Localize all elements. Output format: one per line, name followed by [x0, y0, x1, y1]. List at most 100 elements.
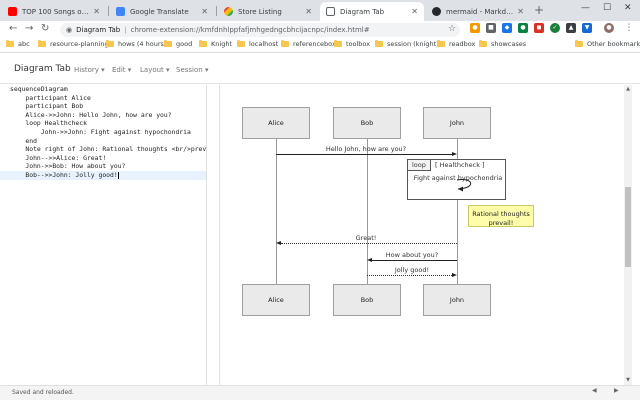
tab-diagram[interactable]: Diagram Tab ✕	[320, 2, 424, 21]
bookmark-folder[interactable]: showcases	[479, 40, 526, 48]
maximize-button[interactable]: ☐	[603, 3, 611, 13]
bookmark-label: hows (4 hours)	[118, 40, 167, 48]
bookmark-label: session (knight)	[387, 40, 439, 48]
code-editor[interactable]: sequenceDiagram participant Alice partic…	[0, 85, 207, 385]
arrowhead	[452, 151, 457, 156]
folder-icon	[375, 40, 383, 47]
extension-icon[interactable]: ▲	[566, 23, 576, 33]
menu-history[interactable]: History ▾	[74, 66, 105, 74]
app-header: Diagram Tab History ▾ Edit ▾ Layout ▾ Se…	[0, 54, 640, 84]
bookmark-folder[interactable]: toolbox	[334, 40, 370, 48]
bookmark-label: referencebox	[293, 40, 336, 48]
bookmark-folder[interactable]: referencebox	[281, 40, 336, 48]
forward-button[interactable]: →	[25, 23, 33, 35]
extension-icon[interactable]: ◆	[502, 23, 512, 33]
scroll-left-icon[interactable]: ◀	[592, 387, 597, 394]
message-arrow-solid	[276, 154, 452, 155]
scrollbar-thumb[interactable]	[625, 187, 631, 267]
code-line[interactable]: John->>John: Fight against hypochondria	[0, 128, 206, 137]
menu-edit[interactable]: Edit ▾	[112, 66, 131, 74]
new-tab-button[interactable]: +	[534, 4, 544, 16]
extension-icon[interactable]: ▼	[582, 23, 592, 33]
code-line-text: Bob-->>John: Jolly good!	[10, 171, 118, 179]
folder-icon	[281, 40, 289, 47]
code-line-current[interactable]: Bob-->>John: Jolly good!	[0, 171, 206, 180]
message-label: Jolly good!	[394, 266, 430, 274]
tab-title: mermaid - Markdownish s	[446, 7, 513, 16]
folder-icon	[479, 40, 487, 47]
tab-store-listing[interactable]: Store Listing ✕	[218, 2, 318, 21]
bookmark-folder[interactable]: good	[164, 40, 192, 48]
browser-menu-icon[interactable]: ⋮	[624, 23, 634, 33]
loop-tag: loop	[408, 160, 431, 171]
back-button[interactable]: ←	[9, 23, 17, 35]
scroll-up-icon[interactable]: ▲	[624, 86, 632, 92]
bookmark-folder[interactable]: localhost	[237, 40, 278, 48]
bookmark-folder[interactable]: readbox	[437, 40, 475, 48]
code-line[interactable]: sequenceDiagram	[0, 85, 206, 94]
extension-icon[interactable]: ■	[486, 23, 496, 33]
tab-google-translate[interactable]: Google Translate ✕	[110, 2, 214, 21]
code-line[interactable]: Note right of John: Rational thoughts <b…	[0, 145, 206, 154]
self-message-arrow	[456, 178, 472, 192]
code-line[interactable]: Alice->>John: Hello John, how are you?	[0, 111, 206, 120]
extension-icon[interactable]: ◼	[534, 23, 544, 33]
tab-title: Diagram Tab	[340, 7, 385, 16]
tab-title: Store Listing	[238, 7, 282, 16]
folder-icon	[575, 40, 583, 47]
minimize-button[interactable]: —	[581, 3, 590, 13]
scroll-right-icon[interactable]: ▶	[614, 387, 619, 394]
close-icon[interactable]: ✕	[93, 7, 100, 16]
bookmark-label: good	[176, 40, 193, 48]
menu-session[interactable]: Session ▾	[176, 66, 208, 74]
youtube-icon	[8, 7, 17, 16]
actor-bob-bottom: Bob	[333, 284, 401, 316]
menu-layout[interactable]: Layout ▾	[140, 66, 170, 74]
tab-strip: TOP 100 Songs of 2019 (Bi ✕ Google Trans…	[0, 0, 640, 21]
close-icon[interactable]: ✕	[411, 7, 418, 16]
close-icon[interactable]: ✕	[201, 7, 208, 16]
code-line[interactable]: John->>Bob: How about you?	[0, 162, 206, 171]
close-icon[interactable]: ✕	[305, 7, 312, 16]
tab-mermaid[interactable]: mermaid - Markdownish s ✕	[426, 2, 530, 21]
tab-title: TOP 100 Songs of 2019 (Bi	[22, 7, 89, 16]
bookmark-folder-other[interactable]: Other bookmarks	[575, 40, 640, 48]
window-close-button[interactable]: ✕	[624, 3, 632, 13]
code-line[interactable]: participant Alice	[0, 94, 206, 103]
bookmark-star-icon[interactable]: ☆	[448, 24, 456, 34]
close-icon[interactable]: ✕	[517, 7, 524, 16]
google-translate-icon	[116, 7, 125, 16]
actor-label: John	[449, 296, 465, 304]
app-title: Diagram Tab	[14, 64, 71, 74]
lifeline-bob	[367, 138, 368, 285]
note-box: Rational thoughts prevail!	[468, 205, 534, 227]
bookmark-folder[interactable]: resource-planning	[38, 40, 109, 48]
address-divider: |	[124, 26, 127, 34]
avatar[interactable]: ●	[604, 23, 614, 33]
bookmark-folder[interactable]: session (knight)	[375, 40, 439, 48]
address-bar[interactable]: ◉ Diagram Tab | chrome-extension://kmfdn…	[60, 23, 460, 37]
extension-icon[interactable]: ●	[518, 23, 528, 33]
code-line[interactable]: John-->>Alice: Great!	[0, 154, 206, 163]
scroll-down-icon[interactable]: ▼	[624, 377, 632, 383]
reload-button[interactable]: ↻	[41, 23, 49, 35]
extension-icon[interactable]: ✓	[550, 23, 560, 33]
vertical-scrollbar[interactable]: ▲ ▼	[624, 85, 632, 385]
message-arrow-solid	[372, 260, 457, 261]
tab-youtube[interactable]: TOP 100 Songs of 2019 (Bi ✕	[2, 2, 106, 21]
address-site-name: Diagram Tab	[76, 26, 121, 34]
diagram-preview: Alice Bob John Hello John, how are you? …	[219, 85, 621, 385]
lifeline-alice	[276, 138, 277, 285]
code-line[interactable]: end	[0, 137, 206, 146]
actor-bob-top: Bob	[333, 107, 401, 139]
message-label: Hello John, how are you?	[325, 145, 407, 153]
bookmark-folder[interactable]: hows (4 hours)	[106, 40, 166, 48]
bookmark-label: Other bookmarks	[587, 40, 640, 48]
extension-icon[interactable]: ●	[470, 23, 480, 33]
code-line[interactable]: loop Healthcheck	[0, 119, 206, 128]
address-toolbar: ← → ↻ ◉ Diagram Tab | chrome-extension:/…	[0, 21, 640, 38]
bookmark-folder[interactable]: Knight	[199, 40, 232, 48]
code-line[interactable]: participant Bob	[0, 102, 206, 111]
folder-icon	[334, 40, 342, 47]
bookmark-folder[interactable]: abc	[6, 40, 30, 48]
